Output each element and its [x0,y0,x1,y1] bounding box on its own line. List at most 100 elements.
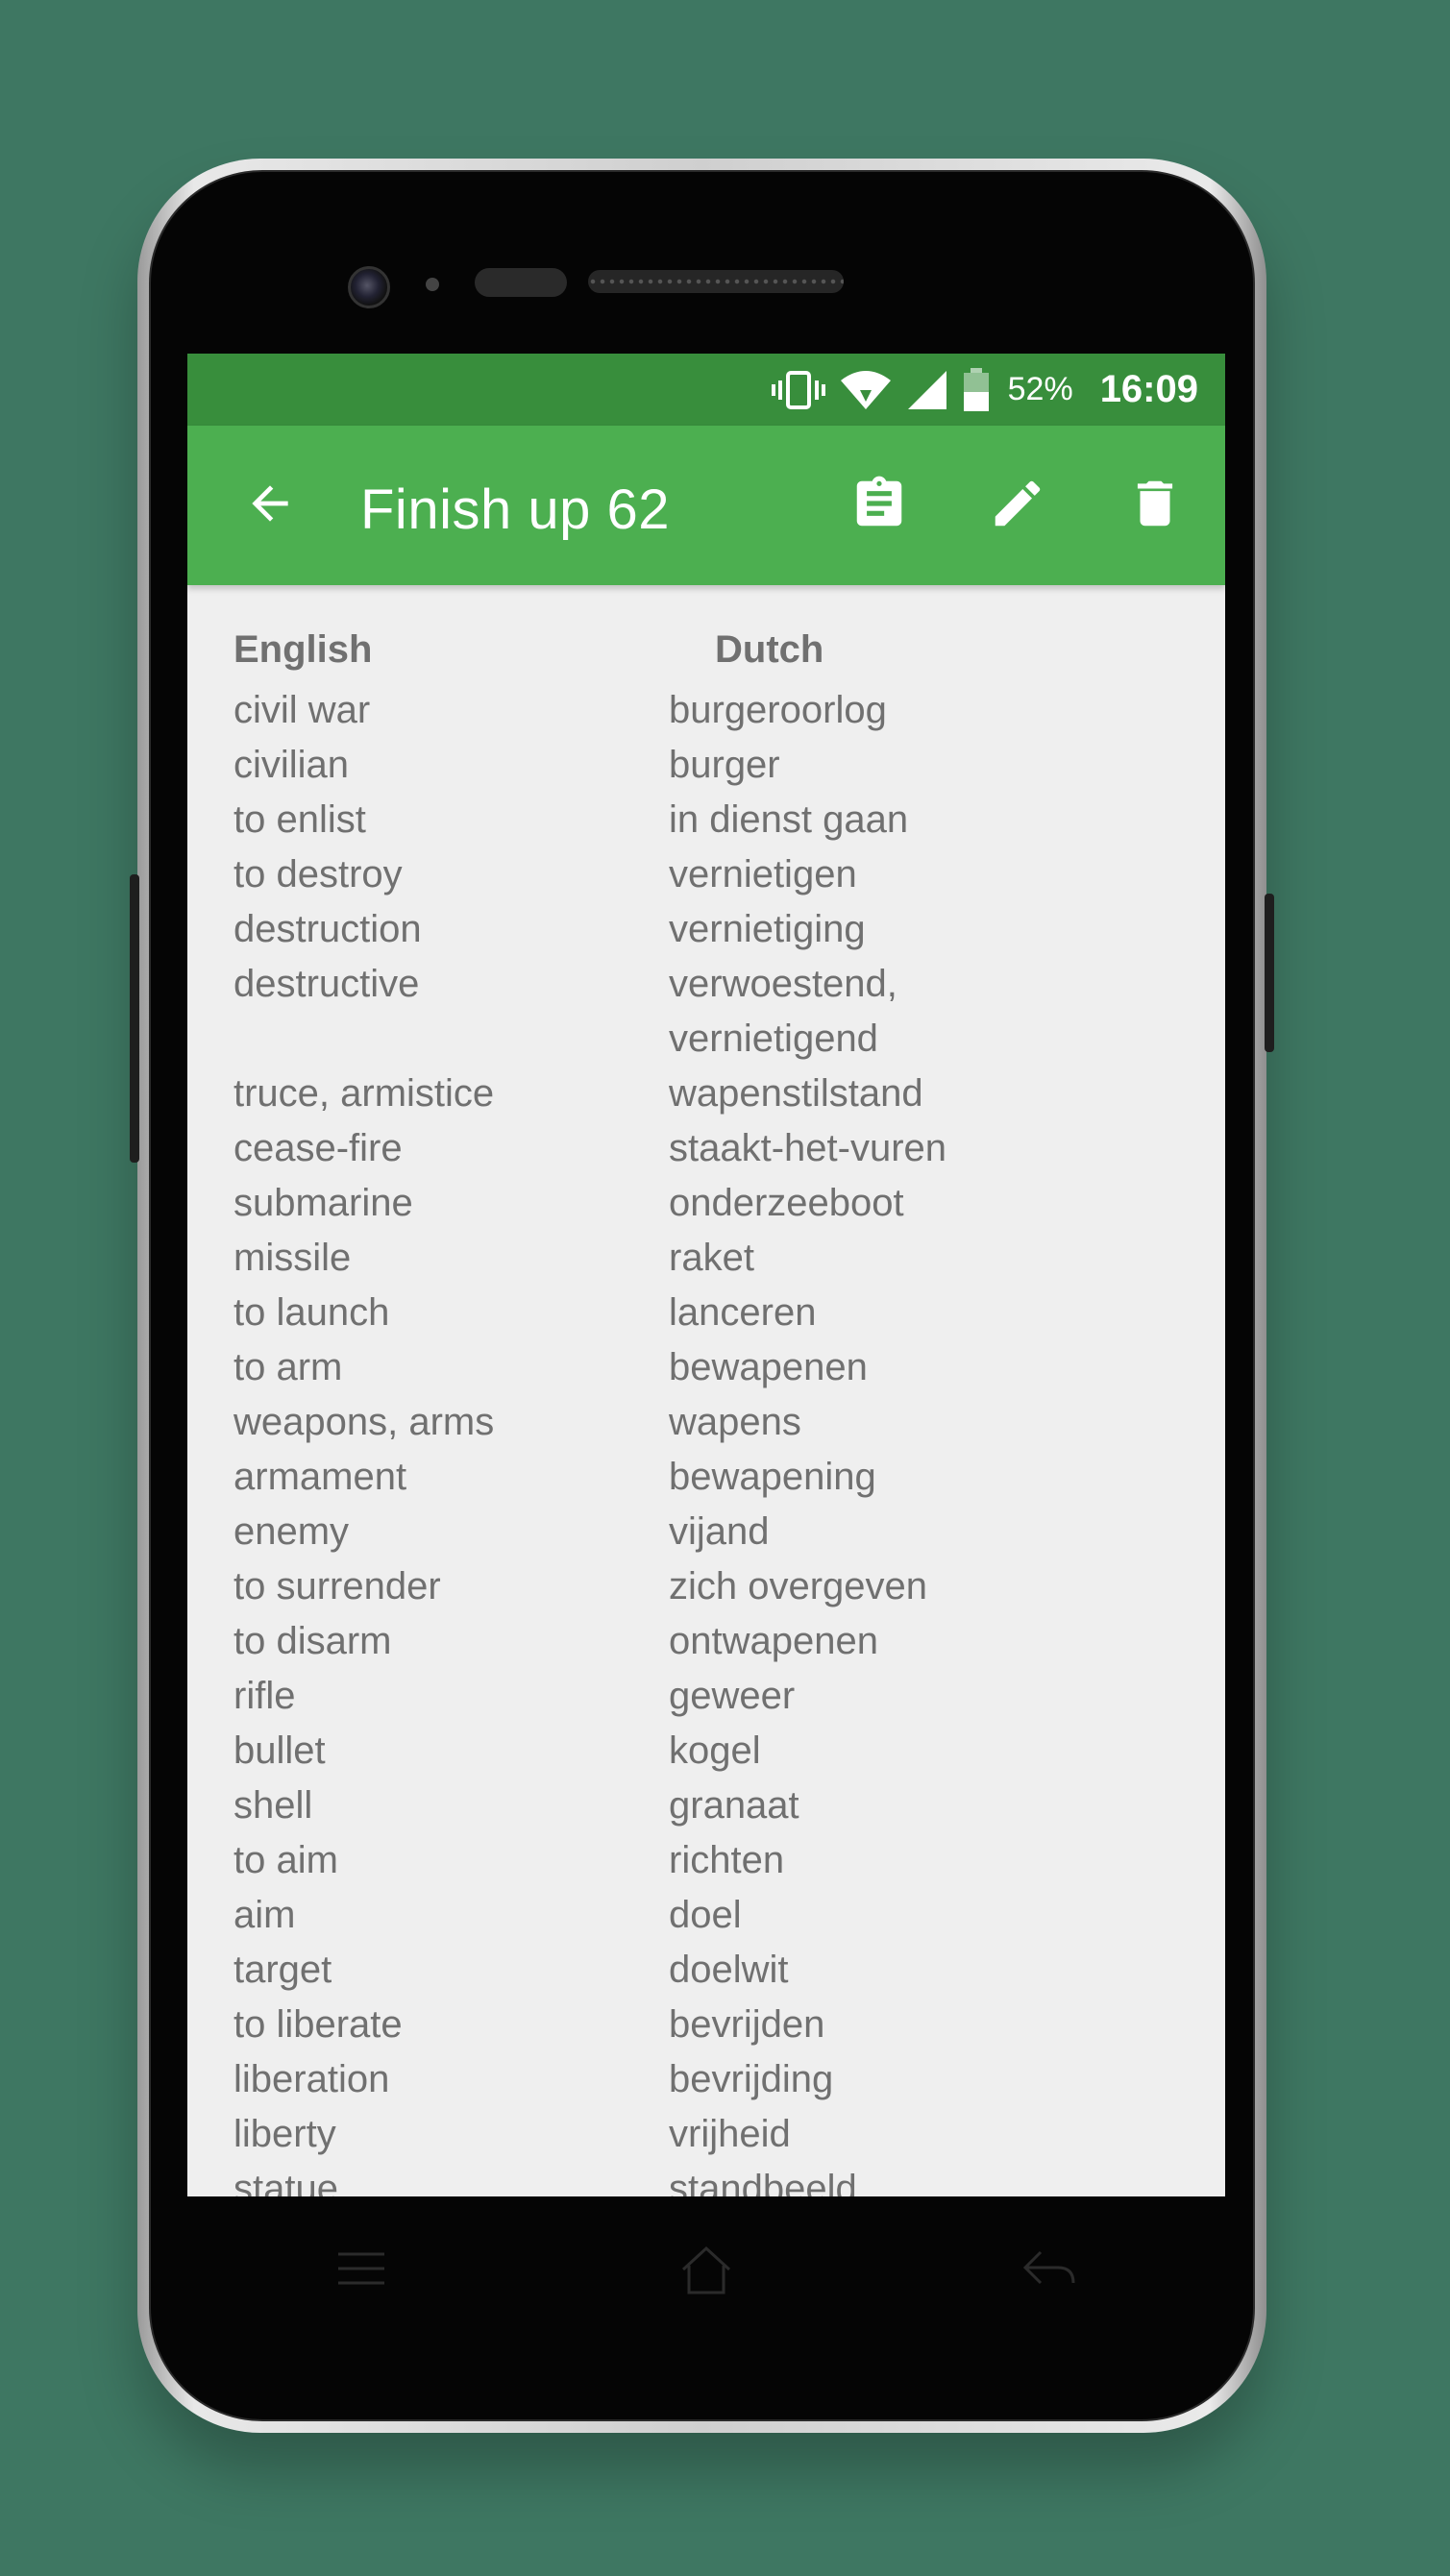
english-word: submarine [233,1182,413,1224]
english-word: to disarm [233,1620,392,1662]
dutch-word: wapenstilstand [669,1072,923,1115]
english-word: liberation [233,2058,390,2100]
english-word: to launch [233,1291,390,1334]
english-word: cease-fire [233,1127,403,1169]
dutch-word: ontwapenen [669,1620,878,1662]
table-row: destruction vernietiging [187,902,1225,957]
dutch-word: raket [669,1237,754,1279]
page-title: Finish up 62 [360,478,670,541]
word-rows: civil war burgeroorlog civilian burger to en… [187,683,1225,2196]
english-word: liberty [233,2113,336,2155]
table-row: to aim richten [187,1833,1225,1888]
english-word: shell [233,1784,313,1827]
signal-icon [906,369,948,411]
edit-button[interactable] [979,467,1056,544]
table-row: civil war burgeroorlog [187,683,1225,738]
table-row: weapons, arms wapens [187,1395,1225,1450]
battery-icon [962,367,991,412]
dutch-word: doelwit [669,1949,789,1991]
table-row: statue standbeeld [187,2162,1225,2196]
delete-button[interactable] [1117,467,1193,544]
dutch-word: geweer [669,1675,796,1717]
dutch-word: in dienst gaan [669,798,909,841]
table-row: rifle geweer [187,1669,1225,1724]
table-row: destructive verwoestend, vernietigend [187,957,1225,1067]
phone-screen: 52% 16:09 Finish up 62 English Dutch civ… [187,354,1225,2196]
dutch-word: kogel [669,1730,761,1772]
sensor-pill [475,268,567,297]
clipboard-button[interactable] [841,467,918,544]
english-word: civil war [233,689,371,731]
dutch-word: burger [669,744,780,786]
phone-side-button-right [1265,894,1274,1052]
back-arrow-icon [243,477,297,535]
english-word: aim [233,1894,296,1936]
dutch-word: vijand [669,1510,770,1553]
edit-pencil-icon [988,474,1047,538]
table-row: to enlist in dienst gaan [187,793,1225,847]
english-word: to destroy [233,853,403,895]
english-word: to arm [233,1346,343,1388]
dutch-word: bevrijden [669,2003,825,2046]
english-word: to surrender [233,1565,441,1607]
table-row: to launch lanceren [187,1286,1225,1340]
english-word: target [233,1949,332,1991]
table-row: missile raket [187,1231,1225,1286]
dutch-word: verwoestend, vernietigend [669,963,897,1060]
dutch-word: doel [669,1894,742,1936]
table-row: armament bewapening [187,1450,1225,1505]
english-word: rifle [233,1675,296,1717]
dutch-word: zich overgeven [669,1565,928,1607]
app-bar: Finish up 62 [187,426,1225,585]
dutch-word: richten [669,1839,785,1881]
dutch-word: bevrijding [669,2058,834,2100]
delete-trash-icon [1125,474,1185,538]
navigation-bar [187,2196,1225,2350]
english-word: to liberate [233,2003,403,2046]
clipboard-icon [849,474,909,538]
dutch-word: lanceren [669,1291,817,1334]
menu-icon[interactable] [334,2245,388,2297]
dutch-word: bewapenen [669,1346,868,1388]
table-row: civilian burger [187,738,1225,793]
english-word: enemy [233,1510,350,1553]
table-row: submarine onderzeeboot [187,1176,1225,1231]
dutch-word: staakt-het-vuren [669,1127,947,1169]
status-clock: 16:09 [1099,368,1198,410]
proximity-sensor [426,278,439,291]
dutch-word: burgeroorlog [669,689,887,731]
word-list-content: English Dutch civil war burgeroorlog civil… [187,585,1225,2196]
dutch-word: standbeeld [669,2168,857,2196]
earpiece-speaker [588,270,844,293]
table-row: shell granaat [187,1779,1225,1833]
table-row: to surrender zich overgeven [187,1559,1225,1614]
home-icon[interactable] [677,2245,735,2301]
phone-side-button-left [130,874,139,1163]
english-word: weapons, arms [233,1401,495,1443]
table-row: liberation bevrijding [187,2052,1225,2107]
table-row: target doelwit [187,1943,1225,1998]
table-row: truce, armistice wapenstilstand [187,1067,1225,1121]
english-word: statue [233,2168,338,2196]
vibrate-icon [771,369,825,411]
dutch-word: onderzeeboot [669,1182,904,1224]
english-word: armament [233,1456,407,1498]
status-bar: 52% 16:09 [187,354,1225,426]
english-word: destructive [233,963,420,1005]
table-row: to destroy vernietigen [187,847,1225,902]
table-row: to disarm ontwapenen [187,1614,1225,1669]
dutch-word: bewapening [669,1456,876,1498]
dutch-word: vernietiging [669,908,866,950]
front-camera [348,266,390,308]
table-row: bullet kogel [187,1724,1225,1779]
dutch-word: granaat [669,1784,799,1827]
back-icon[interactable] [1020,2245,1077,2297]
table-row: to arm bewapenen [187,1340,1225,1395]
back-button[interactable] [232,467,308,544]
english-word: civilian [233,744,350,786]
english-word: to aim [233,1839,338,1881]
table-row: liberty vrijheid [187,2107,1225,2162]
dutch-word: wapens [669,1401,801,1443]
column-header-english: English [233,628,373,671]
english-word: truce, armistice [233,1072,495,1115]
